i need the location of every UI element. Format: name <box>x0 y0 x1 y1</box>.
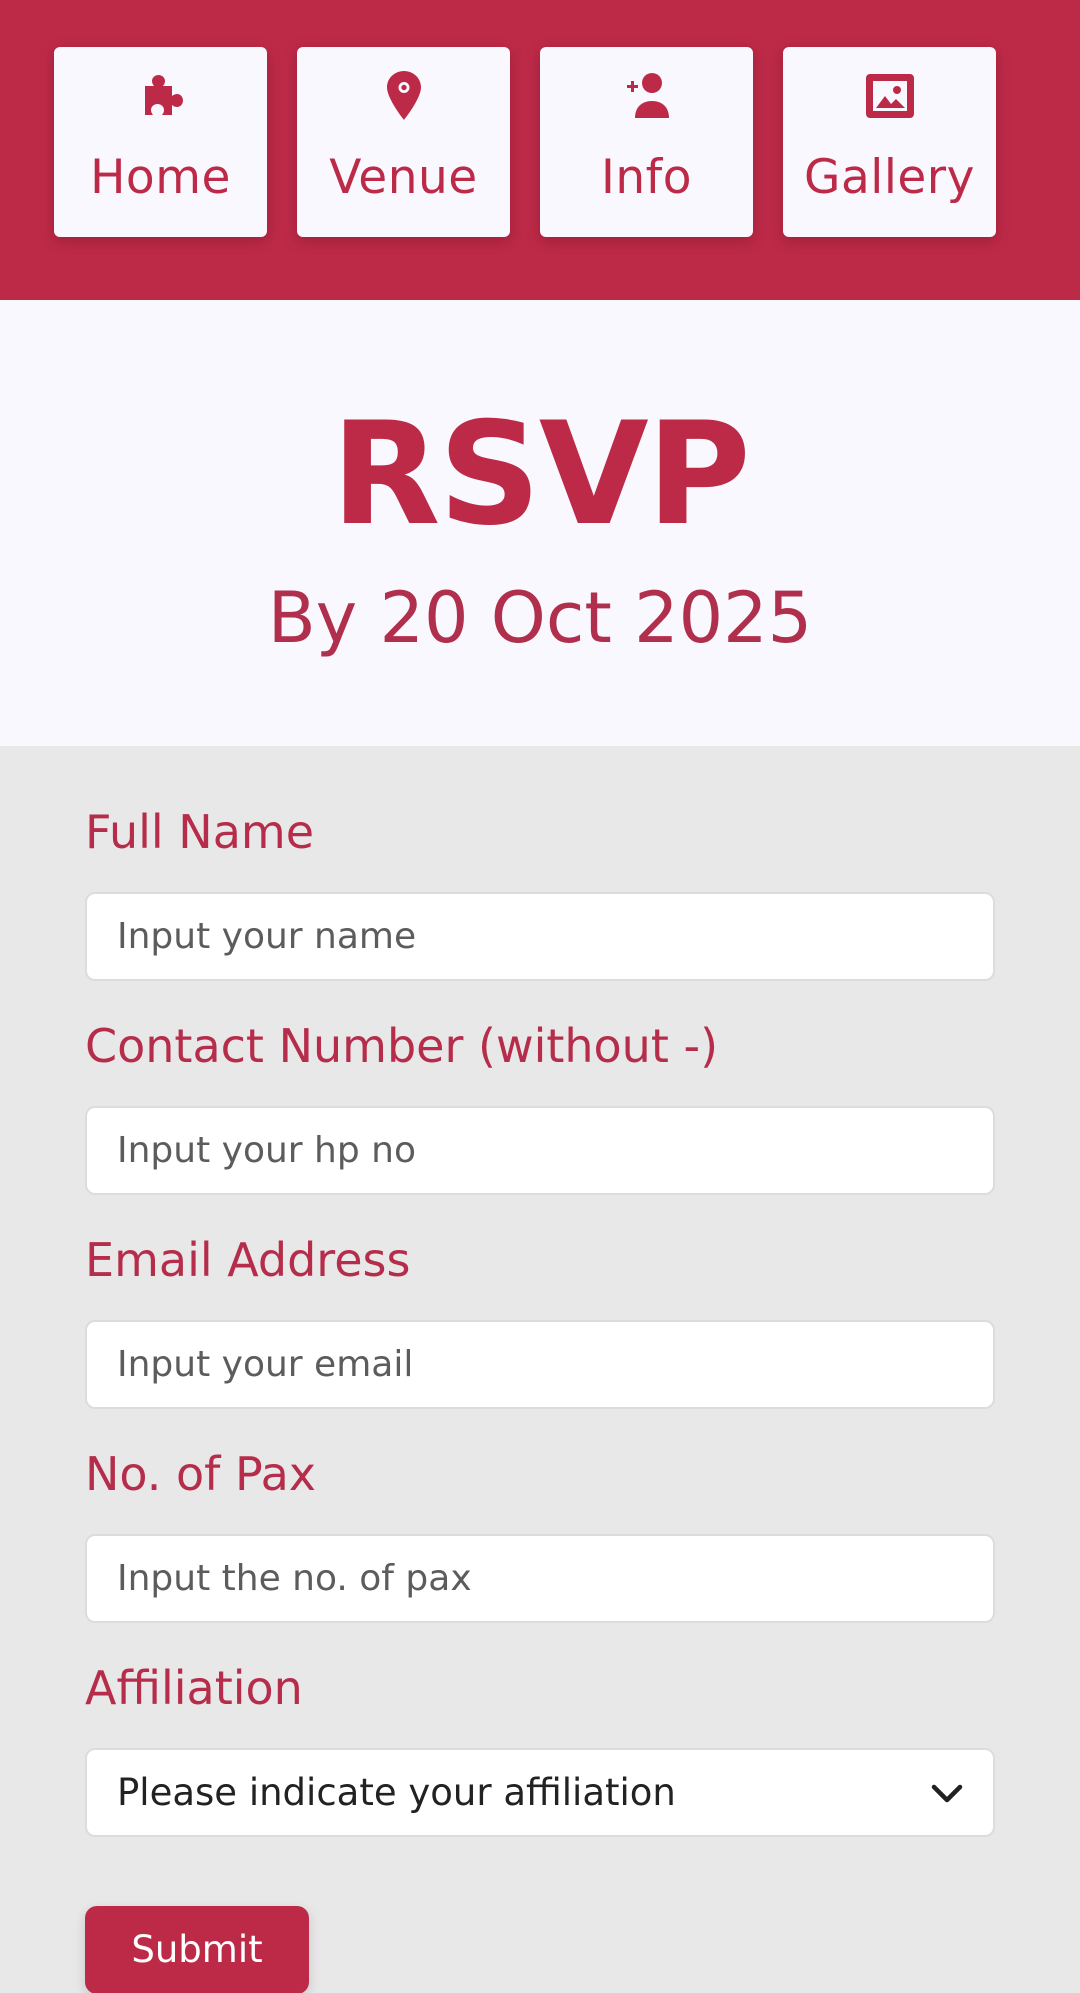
affiliation-selected-value: Please indicate your affiliation <box>117 1771 676 1814</box>
pax-label: No. of Pax <box>85 1447 317 1501</box>
email-address-input[interactable] <box>85 1320 995 1409</box>
nav-info-button[interactable]: Info <box>540 47 753 237</box>
rsvp-deadline: By 20 Oct 2025 <box>267 577 813 659</box>
nav-venue-button[interactable]: Venue <box>297 47 510 237</box>
full-name-label: Full Name <box>85 805 314 859</box>
nav-gallery-label: Gallery <box>804 150 975 205</box>
pax-input[interactable] <box>85 1534 995 1623</box>
nav-info-label: Info <box>601 150 692 205</box>
nav-home-label: Home <box>90 150 231 205</box>
nav-venue-label: Venue <box>329 150 478 205</box>
page-title: RSVP <box>331 392 751 557</box>
contact-number-input[interactable] <box>85 1106 995 1195</box>
contact-number-label: Contact Number (without -) <box>85 1019 719 1073</box>
affiliation-label: Affiliation <box>85 1661 303 1715</box>
add-user-icon <box>619 68 675 124</box>
full-name-input[interactable] <box>85 892 995 981</box>
hero-section: RSVP By 20 Oct 2025 <box>0 300 1080 746</box>
nav-home-button[interactable]: Home <box>54 47 267 237</box>
email-address-label: Email Address <box>85 1233 411 1287</box>
affiliation-select[interactable]: Please indicate your affiliation <box>85 1748 995 1837</box>
image-icon <box>862 68 918 124</box>
map-pin-icon <box>376 68 432 124</box>
nav-gallery-button[interactable]: Gallery <box>783 47 996 237</box>
top-nav: Home Venue Info Gallery <box>0 0 1080 300</box>
puzzle-icon <box>133 68 189 124</box>
chevron-down-icon <box>929 1776 965 1812</box>
submit-button[interactable]: Submit <box>85 1906 309 1993</box>
